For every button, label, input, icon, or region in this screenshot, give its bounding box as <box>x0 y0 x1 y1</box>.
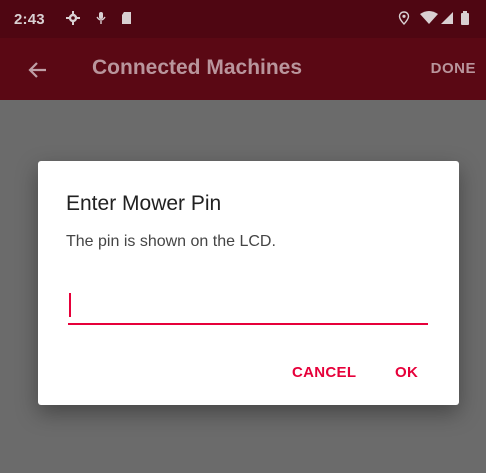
done-button[interactable]: DONE <box>431 60 476 77</box>
input-underline <box>68 323 428 325</box>
cancel-button[interactable]: CANCEL <box>292 364 356 381</box>
location-icon <box>398 11 410 25</box>
ok-button[interactable]: OK <box>395 364 418 381</box>
status-time: 2:43 <box>14 11 45 28</box>
dialog-message: The pin is shown on the LCD. <box>66 233 276 250</box>
pin-field[interactable] <box>68 286 428 326</box>
page-title: Connected Machines <box>92 56 303 79</box>
enter-pin-dialog: Enter Mower Pin The pin is shown on the … <box>38 161 459 405</box>
battery-icon <box>461 11 469 25</box>
gear-icon <box>66 11 80 25</box>
signal-icon <box>441 12 453 24</box>
pin-input[interactable] <box>68 286 428 322</box>
dialog-title: Enter Mower Pin <box>66 192 222 215</box>
app-bar: Connected Machines DONE <box>0 38 486 100</box>
back-arrow-icon[interactable] <box>26 58 50 82</box>
mic-icon <box>96 12 106 24</box>
wifi-icon <box>420 11 438 24</box>
sd-card-icon <box>122 12 131 24</box>
text-cursor <box>69 293 71 317</box>
status-bar: 2:43 <box>0 0 486 38</box>
